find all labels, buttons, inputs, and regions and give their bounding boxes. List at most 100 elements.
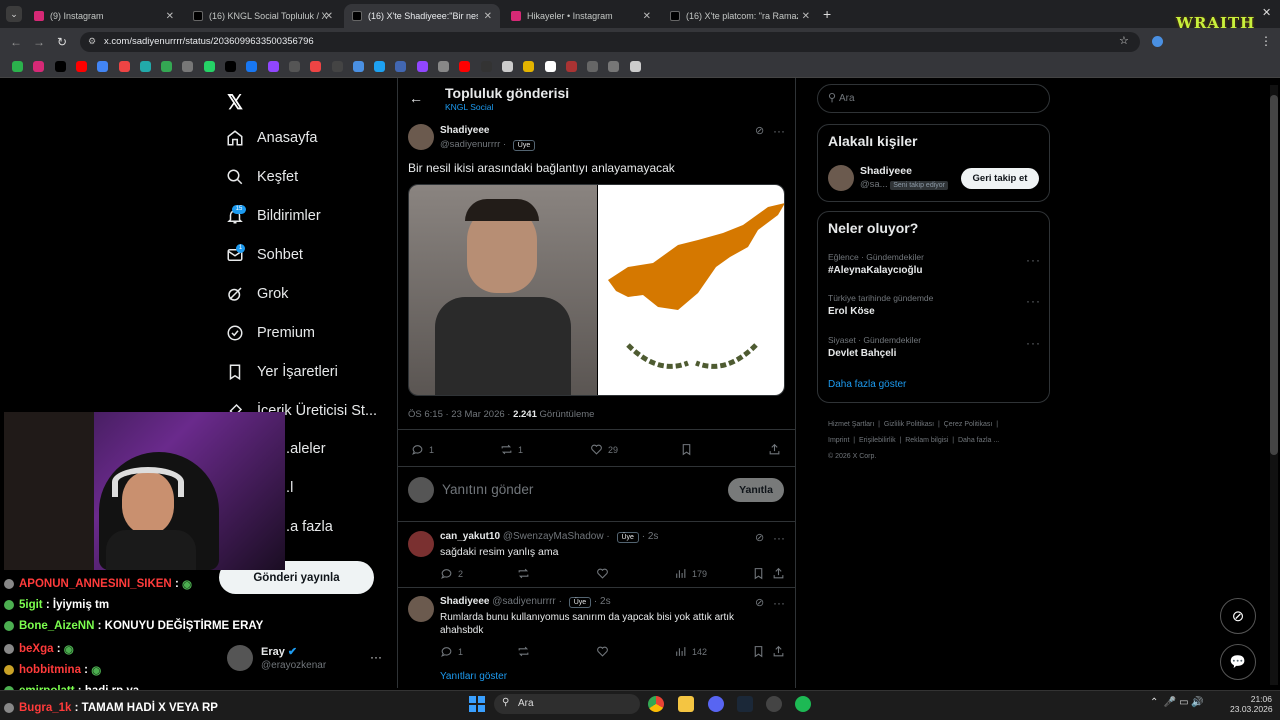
bookmark-favicon-icon[interactable] (395, 61, 407, 72)
clock[interactable]: 21:06 23.03.2026 (1230, 694, 1273, 714)
reply-input[interactable]: Yanıtını gönder (442, 482, 533, 497)
bookmark-favicon-icon[interactable] (416, 61, 428, 72)
tray-icons[interactable]: ⌃ 🎤 ▭ 🔊 (1150, 697, 1204, 708)
tab-kngl[interactable]: (16) KNGL Social Topluluk / X ✕ (185, 4, 341, 28)
avatar[interactable] (408, 531, 434, 557)
footer-link[interactable]: Gizlilik Politikası (884, 421, 934, 428)
more-icon[interactable]: ··· (1026, 253, 1041, 267)
window-close-icon[interactable]: ✕ (1262, 6, 1271, 19)
app-icon[interactable] (766, 696, 782, 712)
show-replies-link[interactable]: Yanıtları göster (440, 671, 507, 682)
account-menu-icon[interactable]: ··· (370, 650, 382, 664)
tab-platcom[interactable]: (16) X'te platcom: "ra Ramazan ✕ (662, 4, 818, 28)
close-icon[interactable]: ✕ (484, 11, 492, 22)
avatar[interactable] (408, 124, 434, 150)
repost-button[interactable] (517, 645, 535, 658)
more-icon[interactable]: ··· (773, 596, 785, 610)
footer-link[interactable]: Çerez Politikası (944, 421, 993, 428)
bookmark-star-icon[interactable]: ☆ (1119, 34, 1129, 47)
extension-icon[interactable] (1152, 36, 1163, 47)
footer-link[interactable]: Reklam bilgisi (905, 437, 948, 444)
steam-icon[interactable] (737, 696, 753, 712)
repost-button[interactable]: 1 (500, 443, 523, 456)
avatar[interactable] (828, 165, 854, 191)
back-arrow-icon[interactable]: ← (409, 90, 423, 106)
url-bar[interactable]: x.com/sadiyenurrrr/status/20360996335003… (80, 32, 1140, 52)
nav-grok[interactable]: Grok (226, 285, 288, 303)
windows-start-icon[interactable] (469, 696, 485, 712)
bookmark-favicon-icon[interactable] (12, 61, 23, 72)
bookmark-button[interactable] (680, 443, 698, 456)
bookmark-favicon-icon[interactable] (374, 61, 386, 72)
bookmark-favicon-icon[interactable] (161, 61, 173, 72)
tab-search-button[interactable]: ⌄ (6, 6, 22, 22)
bookmark-favicon-icon[interactable] (438, 61, 449, 72)
reply-time[interactable]: · 2s (642, 531, 659, 542)
related-handle[interactable]: @sa... (860, 179, 888, 190)
bookmark-favicon-icon[interactable] (523, 61, 535, 72)
views-button[interactable]: 179 (674, 567, 707, 580)
trend-item[interactable]: Siyaset · Gündemdekiler Devlet Bahçeli (828, 335, 921, 359)
spotify-icon[interactable] (795, 696, 811, 712)
trend-item[interactable]: Türkiye tarihinde gündemde Erol Köse (828, 293, 933, 317)
tab-hikayeler[interactable]: Hikayeler • Instagram ✕ (503, 4, 659, 28)
reply-button[interactable]: 1 (440, 645, 463, 658)
file-explorer-icon[interactable] (678, 696, 694, 712)
footer-link[interactable]: Daha fazla ... (958, 437, 999, 444)
nav-more[interactable]: ...a fazla (278, 519, 333, 535)
reply-author[interactable]: Shadiyeee (440, 596, 489, 607)
nav-bookmarks[interactable]: Yer İşaretleri (226, 363, 338, 381)
reload-icon[interactable]: ↻ (57, 35, 67, 49)
repost-button[interactable] (517, 567, 535, 580)
grok-icon[interactable]: ⊘ (755, 596, 764, 609)
bookmark-favicon-icon[interactable] (33, 61, 45, 72)
tab-shadiyeee[interactable]: (16) X'te Shadiyeee:"Bir nesil i... ✕ (344, 4, 500, 28)
nav-articles[interactable]: ...aleler (278, 441, 326, 457)
bookmark-favicon-icon[interactable] (246, 61, 258, 72)
reply-time[interactable]: · 2s (594, 596, 611, 607)
community-link[interactable]: KNGL Social (445, 102, 493, 112)
bookmark-favicon-icon[interactable] (267, 61, 279, 72)
share-button[interactable] (772, 645, 790, 658)
more-icon[interactable]: ··· (1026, 294, 1041, 308)
taskbar-search[interactable]: ⚲ Ara (494, 694, 640, 714)
nav-home[interactable]: Anasayfa (226, 129, 317, 147)
reply-button[interactable]: 1 (411, 443, 434, 456)
grok-icon[interactable]: ⊘ (755, 124, 764, 137)
close-icon[interactable]: ✕ (325, 11, 333, 22)
more-icon[interactable]: ··· (1026, 336, 1041, 350)
post-image-right[interactable] (598, 185, 784, 395)
bookmark-button[interactable] (752, 567, 770, 580)
discord-icon[interactable] (708, 696, 724, 712)
tab-instagram[interactable]: (9) Instagram ✕ (26, 4, 182, 28)
forward-arrow-icon[interactable]: → (33, 35, 45, 49)
post-image-left[interactable] (409, 185, 597, 395)
close-icon[interactable]: ✕ (166, 11, 174, 22)
bookmark-button[interactable] (752, 645, 770, 658)
trend-item[interactable]: Eğlence · Gündemdekiler #AleynaKalaycıoğl… (828, 252, 924, 276)
bookmark-favicon-icon[interactable] (118, 61, 130, 72)
menu-icon[interactable]: ⋮ (1260, 34, 1272, 48)
more-icon[interactable]: ··· (773, 124, 785, 138)
chrome-icon[interactable] (648, 696, 664, 712)
new-tab-button[interactable]: + (823, 6, 831, 22)
like-button[interactable]: 29 (590, 443, 618, 456)
like-button[interactable] (596, 567, 614, 580)
footer-link[interactable]: Hizmet Şartları (828, 421, 874, 428)
show-more-link[interactable]: Daha fazla göster (828, 379, 906, 390)
nav-explore[interactable]: Keşfet (226, 168, 298, 186)
reply-handle[interactable]: @SwenzayMaShadow (503, 531, 604, 542)
bookmark-favicon-icon[interactable] (501, 61, 513, 72)
reply-button[interactable]: 2 (440, 567, 463, 580)
post-media[interactable] (408, 184, 785, 396)
search-input[interactable]: ⚲ Ara (817, 84, 1050, 113)
scrollbar[interactable] (1270, 85, 1278, 685)
chat-float-icon[interactable]: 💬 (1220, 644, 1256, 680)
bookmark-favicon-icon[interactable] (587, 61, 599, 72)
author-name[interactable]: Shadiyeee (440, 125, 489, 136)
grok-icon[interactable]: ⊘ (755, 531, 764, 544)
bookmark-favicon-icon[interactable] (182, 61, 194, 72)
bookmark-favicon-icon[interactable] (480, 61, 492, 72)
reply-handle[interactable]: @sadiyenurrrr (492, 596, 556, 607)
bookmark-favicon-icon[interactable] (565, 61, 577, 72)
